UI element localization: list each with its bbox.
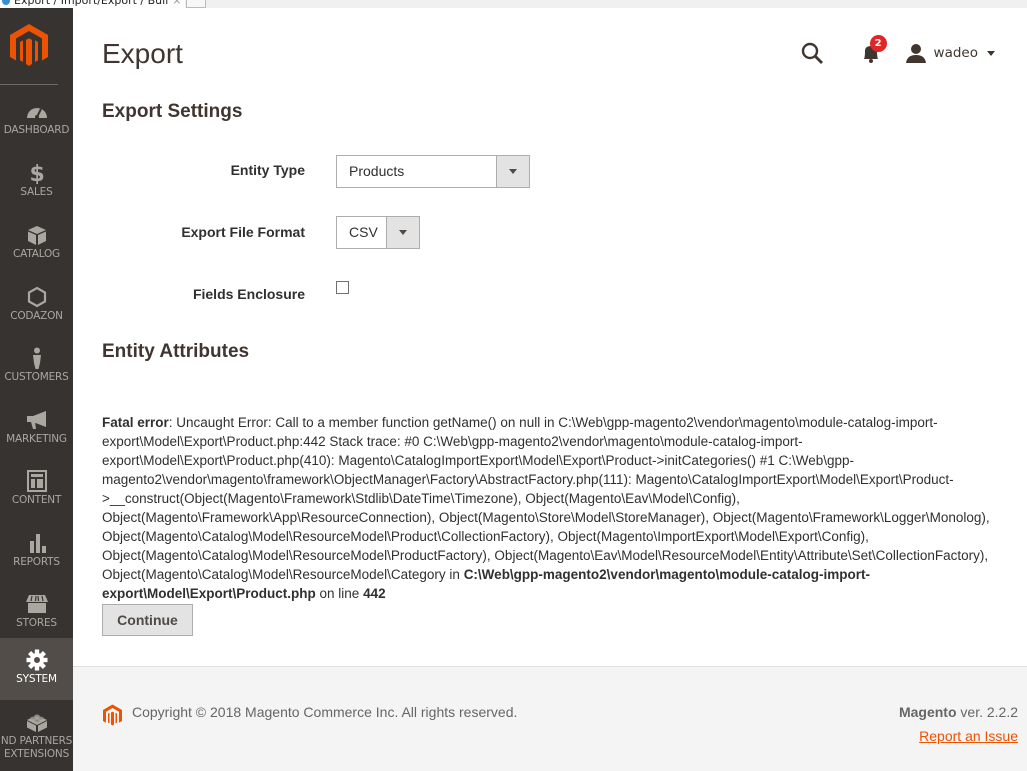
sidebar-item-customers[interactable]: CUSTOMERS — [0, 336, 73, 398]
sidebar-label: REPORTS — [13, 556, 60, 568]
browser-tab[interactable]: Export / Import/Export / Buil × — [0, 0, 185, 8]
fatal-error-message: Fatal error: Uncaught Error: Call to a m… — [102, 413, 1002, 603]
export-settings-title: Export Settings — [102, 101, 243, 122]
chevron-down-icon — [987, 50, 995, 56]
sidebar-label: CODAZON — [10, 310, 63, 322]
continue-button[interactable]: Continue — [102, 604, 193, 636]
sidebar-item-sales[interactable]: $ SALES — [0, 151, 73, 213]
sidebar-label-line1: ND PARTNERS — [0, 735, 73, 747]
page-footer: Copyright © 2018 Magento Commerce Inc. A… — [73, 666, 1027, 771]
hexagon-icon — [27, 286, 46, 308]
sidebar-label: CATALOG — [13, 248, 60, 260]
user-icon — [905, 44, 926, 63]
new-tab-button[interactable] — [186, 0, 206, 8]
copyright-text: Copyright © 2018 Magento Commerce Inc. A… — [132, 704, 518, 720]
notification-count-badge: 2 — [869, 35, 887, 52]
version-number: ver. 2.2.2 — [956, 704, 1018, 720]
report-issue-link[interactable]: Report an Issue — [919, 728, 1018, 744]
megaphone-icon — [26, 411, 46, 429]
sidebar-label: MARKETING — [6, 433, 67, 445]
bar-chart-icon — [29, 534, 46, 553]
chevron-down-icon — [399, 230, 407, 235]
sidebar-item-system[interactable]: SYSTEM — [0, 638, 73, 700]
entity-type-value: Products — [349, 163, 405, 179]
person-icon — [32, 347, 41, 369]
fields-enclosure-checkbox[interactable] — [336, 281, 349, 294]
search-icon[interactable] — [800, 41, 824, 65]
entity-type-dropdown-button[interactable] — [496, 156, 529, 187]
svg-text:$: $ — [29, 162, 44, 184]
sidebar-item-content[interactable]: CONTENT — [0, 459, 73, 521]
logo-divider — [0, 84, 58, 85]
sidebar-label: DASHBOARD — [3, 124, 70, 136]
sidebar-item-catalog[interactable]: CATALOG — [0, 213, 73, 275]
dollar-icon: $ — [29, 162, 44, 184]
tab-close-icon[interactable]: × — [172, 0, 181, 7]
fields-enclosure-label: Fields Enclosure — [192, 286, 305, 302]
box-icon — [27, 226, 46, 245]
storefront-icon — [25, 595, 48, 613]
page-title: Export — [102, 38, 183, 69]
browser-tab-title: Export / Import/Export / Buil — [14, 0, 169, 7]
export-file-format-label: Export File Format — [181, 224, 305, 240]
dashboard-icon — [26, 108, 47, 119]
sidebar-label: SALES — [20, 186, 53, 198]
entity-type-select[interactable]: Products — [336, 155, 530, 188]
gear-icon — [26, 649, 47, 671]
sidebar-label-line2: EXTENSIONS — [3, 748, 70, 760]
brand-name: Magento — [898, 704, 957, 720]
error-line-number: 442 — [363, 586, 386, 601]
notifications-button[interactable]: 2 — [860, 35, 887, 64]
sidebar-item-marketing[interactable]: MARKETING — [0, 398, 73, 460]
sidebar-item-partners-extensions[interactable]: ND PARTNERS EXTENSIONS — [0, 700, 73, 771]
entity-type-label: Entity Type — [230, 162, 305, 178]
browser-tab-strip: Export / Import/Export / Buil × — [0, 0, 1027, 8]
sidebar-label: CONTENT — [11, 494, 62, 506]
sidebar-label: CUSTOMERS — [4, 371, 69, 383]
username: wadeo — [933, 45, 978, 61]
layout-icon — [26, 470, 47, 492]
error-on-line: on line — [315, 586, 364, 601]
sidebar-item-stores[interactable]: STORES — [0, 582, 73, 644]
export-file-format-value: CSV — [349, 224, 378, 240]
magento-logo-icon — [103, 704, 122, 726]
lego-block-icon — [26, 714, 47, 732]
export-file-format-dropdown-button[interactable] — [386, 217, 419, 248]
user-account-menu[interactable]: wadeo — [905, 43, 995, 63]
version-text: Magento ver. 2.2.2 — [899, 704, 1018, 720]
chevron-down-icon — [509, 169, 517, 174]
entity-attributes-title: Entity Attributes — [102, 341, 250, 362]
magento-logo-icon[interactable] — [10, 24, 48, 68]
sidebar-label: SYSTEM — [16, 673, 57, 685]
sidebar-label: STORES — [16, 617, 57, 629]
sidebar-item-codazon[interactable]: CODAZON — [0, 275, 73, 337]
error-text: : Uncaught Error: Call to a member funct… — [102, 415, 990, 582]
sidebar-item-reports[interactable]: REPORTS — [0, 521, 73, 583]
browser-favicon-icon — [2, 0, 10, 5]
header-actions: 2 wadeo — [800, 35, 995, 68]
error-label: Fatal error — [102, 415, 169, 430]
sidebar-item-dashboard[interactable]: DASHBOARD — [0, 89, 73, 151]
export-file-format-select[interactable]: CSV — [336, 216, 420, 249]
admin-sidebar: DASHBOARD $ SALES CATALOG CODAZON CUSTOM… — [0, 8, 73, 771]
